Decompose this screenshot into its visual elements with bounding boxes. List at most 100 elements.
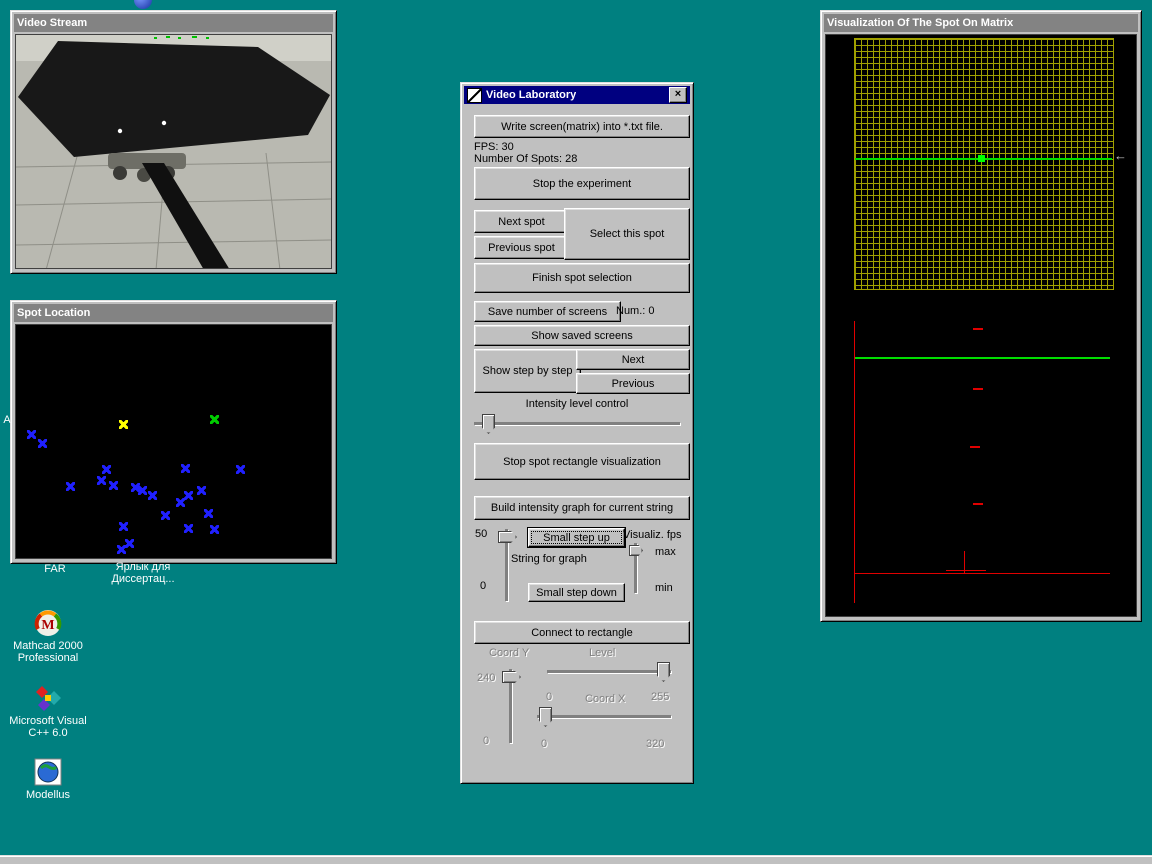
current-row-arrow-icon: ← bbox=[1114, 149, 1127, 162]
coord-x-slider-channel bbox=[537, 715, 671, 718]
spot-mark bbox=[236, 465, 245, 474]
video-stream-window: Video Stream bbox=[10, 10, 337, 274]
desktop-icon-label: Mathcad 2000 Professional bbox=[8, 640, 88, 664]
graph-axis-vline bbox=[854, 321, 855, 603]
spot-mark bbox=[109, 481, 118, 490]
current-spot-dot bbox=[978, 155, 985, 162]
show-saved-screens-button[interactable]: Show saved screens bbox=[474, 325, 690, 346]
spot-mark bbox=[176, 498, 185, 507]
spot-mark bbox=[119, 420, 128, 429]
string-slider-thumb[interactable] bbox=[498, 531, 517, 543]
coord-x-slider[interactable] bbox=[537, 706, 671, 728]
coord-x-max-label: 320 bbox=[646, 738, 664, 750]
stop-experiment-button[interactable]: Stop the experiment bbox=[474, 167, 690, 200]
video-laboratory-title: Video Laboratory bbox=[486, 89, 576, 101]
desktop-icon-mathcad[interactable]: M Mathcad 2000 Professional bbox=[8, 608, 88, 664]
save-number-of-screens-button[interactable]: Save number of screens bbox=[474, 301, 621, 322]
spot-location-window: Spot Location bbox=[10, 300, 337, 564]
visualiz-fps-slider[interactable] bbox=[629, 543, 643, 593]
spot-mark bbox=[125, 539, 134, 548]
baseline-red-bump bbox=[946, 570, 986, 571]
coord-y-slider-thumb[interactable] bbox=[502, 671, 521, 683]
next-spot-button[interactable]: Next spot bbox=[474, 210, 569, 233]
partial-desktop-icon[interactable] bbox=[134, 0, 152, 9]
intensity-slider[interactable] bbox=[474, 413, 680, 434]
visual-cpp-icon bbox=[33, 683, 63, 713]
intensity-slider-channel bbox=[474, 422, 680, 425]
coord-y-min-label: 0 bbox=[483, 735, 489, 747]
baseline-red-hline bbox=[855, 573, 1110, 574]
coord-x-min-label: 0 bbox=[541, 738, 547, 750]
previous-button[interactable]: Previous bbox=[576, 373, 690, 394]
spot-mark bbox=[210, 415, 219, 424]
finish-spot-selection-button[interactable]: Finish spot selection bbox=[474, 263, 690, 293]
spot-mark bbox=[181, 464, 190, 473]
previous-spot-button[interactable]: Previous spot bbox=[474, 236, 569, 259]
intensity-slider-thumb[interactable] bbox=[482, 414, 495, 434]
coord-y-slider[interactable] bbox=[501, 669, 521, 743]
small-step-down-button[interactable]: Small step down bbox=[528, 583, 625, 602]
spot-mark bbox=[97, 476, 106, 485]
close-icon[interactable]: × bbox=[669, 87, 687, 103]
level-slider-thumb[interactable] bbox=[657, 662, 670, 682]
spot-mark bbox=[119, 522, 128, 531]
video-frame-image bbox=[16, 35, 332, 269]
coord-x-label: Coord X bbox=[585, 693, 625, 705]
string-slider[interactable] bbox=[497, 529, 517, 601]
spot-location-canvas bbox=[15, 324, 332, 559]
modellus-icon bbox=[33, 757, 63, 787]
video-laboratory-window-icon bbox=[467, 88, 482, 103]
level-slider-channel bbox=[547, 670, 671, 673]
coord-y-max-label: 240 bbox=[477, 672, 495, 684]
string-slider-max-label: 50 bbox=[475, 528, 487, 540]
visualization-titlebar[interactable]: Visualization Of The Spot On Matrix bbox=[824, 14, 1138, 32]
desktop-icon-label: Modellus bbox=[8, 789, 88, 801]
viz-canvas: ← bbox=[825, 34, 1137, 617]
video-stream-titlebar[interactable]: Video Stream bbox=[14, 14, 333, 32]
spot-mark bbox=[38, 439, 47, 448]
spot-mark bbox=[184, 524, 193, 533]
spot-mark bbox=[148, 491, 157, 500]
video-laboratory-titlebar[interactable]: Video Laboratory × bbox=[464, 86, 690, 104]
spot-location-titlebar[interactable]: Spot Location bbox=[14, 304, 333, 322]
desktop-label-yarlik[interactable]: Ярлык для Диссертац... bbox=[103, 561, 183, 585]
fps-label: FPS: 30 bbox=[474, 141, 514, 153]
next-button[interactable]: Next bbox=[576, 349, 690, 370]
select-this-spot-button[interactable]: Select this spot bbox=[564, 208, 690, 260]
visualization-window: Visualization Of The Spot On Matrix ← bbox=[820, 10, 1142, 622]
desktop-icon-visual-cpp[interactable]: Microsoft Visual C++ 6.0 bbox=[8, 683, 88, 739]
level-label: Level bbox=[589, 647, 615, 659]
small-step-up-button[interactable]: Small step up bbox=[528, 528, 625, 547]
spot-matrix-grid bbox=[854, 38, 1114, 290]
stop-spot-rectangle-button[interactable]: Stop spot rectangle visualization bbox=[474, 443, 690, 480]
video-laboratory-dialog: Video Laboratory × Write screen(matrix) … bbox=[460, 82, 694, 784]
level-slider[interactable] bbox=[547, 661, 671, 683]
desktop-icon-label: Microsoft Visual C++ 6.0 bbox=[8, 715, 88, 739]
spot-mark bbox=[161, 511, 170, 520]
red-dash-1 bbox=[973, 328, 983, 330]
visualiz-fps-label: Visualiz. fps bbox=[623, 529, 682, 541]
spot-mark bbox=[117, 545, 126, 554]
taskbar-edge[interactable] bbox=[0, 855, 1152, 864]
desktop-label-far[interactable]: FAR bbox=[30, 563, 80, 575]
write-screen-button[interactable]: Write screen(matrix) into *.txt file. bbox=[474, 115, 690, 138]
coord-x-slider-thumb[interactable] bbox=[539, 707, 552, 727]
spot-mark bbox=[197, 486, 206, 495]
fps-max-label: max bbox=[655, 546, 676, 558]
spot-mark bbox=[27, 430, 36, 439]
spot-mark bbox=[184, 491, 193, 500]
desktop-icon-modellus[interactable]: Modellus bbox=[8, 757, 88, 801]
level-max-label: 255 bbox=[651, 691, 669, 703]
spot-mark bbox=[138, 486, 147, 495]
level-min-label: 0 bbox=[546, 691, 552, 703]
build-intensity-graph-button[interactable]: Build intensity graph for current string bbox=[474, 496, 690, 520]
show-step-by-step-button[interactable]: Show step by step bbox=[474, 349, 581, 393]
video-stream-canvas bbox=[15, 34, 332, 269]
red-dash-4 bbox=[973, 503, 983, 505]
string-slider-min-label: 0 bbox=[480, 580, 486, 592]
visualiz-fps-slider-thumb[interactable] bbox=[629, 545, 643, 556]
connect-to-rectangle-button[interactable]: Connect to rectangle bbox=[474, 621, 690, 644]
spot-mark bbox=[102, 465, 111, 474]
desktop-label-fragment: A bbox=[1, 414, 13, 426]
intensity-graph-line bbox=[855, 357, 1110, 359]
